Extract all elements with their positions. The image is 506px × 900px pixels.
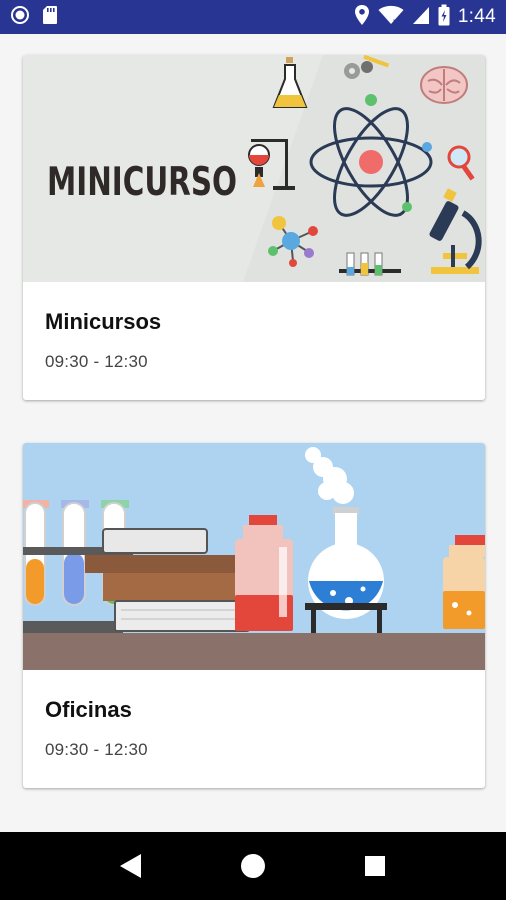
- signal-icon: [412, 5, 430, 30]
- event-list[interactable]: MINICURSO Minicursos 09:30 - 12:30 Ofici…: [0, 34, 506, 832]
- card-content: Minicursos 09:30 - 12:30: [23, 282, 485, 372]
- card-title: Oficinas: [45, 697, 132, 722]
- home-icon: [241, 854, 265, 878]
- card-content: Oficinas 09:30 - 12:30: [23, 670, 485, 760]
- record-icon: [10, 5, 30, 30]
- sd-card-icon: [42, 5, 58, 30]
- navigation-bar: [0, 832, 506, 900]
- recents-button[interactable]: [345, 836, 405, 896]
- minicurso-illustration: MINICURSO: [23, 55, 485, 282]
- card-title: Minicursos: [45, 309, 162, 334]
- card-time: 09:30 - 12:30: [45, 352, 148, 371]
- home-button[interactable]: [223, 836, 283, 896]
- svg-text:x: x: [393, 17, 398, 25]
- status-bar: x 1:44: [0, 0, 506, 34]
- orange-bottle-icon: [443, 535, 485, 629]
- event-card-oficinas[interactable]: Oficinas 09:30 - 12:30: [23, 443, 485, 788]
- card-time: 09:30 - 12:30: [45, 740, 148, 759]
- location-icon: [354, 4, 370, 31]
- back-icon: [120, 854, 141, 878]
- image-caption: MINICURSO: [47, 160, 237, 205]
- event-card-minicursos[interactable]: MINICURSO Minicursos 09:30 - 12:30: [23, 55, 485, 400]
- battery-icon: [438, 4, 450, 31]
- wifi-icon: x: [378, 5, 404, 30]
- status-system: x 1:44: [354, 4, 496, 31]
- back-button[interactable]: [101, 836, 161, 896]
- brain-icon: [420, 66, 468, 104]
- oficinas-illustration: [23, 443, 485, 670]
- status-notifications: [10, 5, 58, 30]
- status-time: 1:44: [457, 6, 496, 27]
- recents-icon: [365, 856, 385, 876]
